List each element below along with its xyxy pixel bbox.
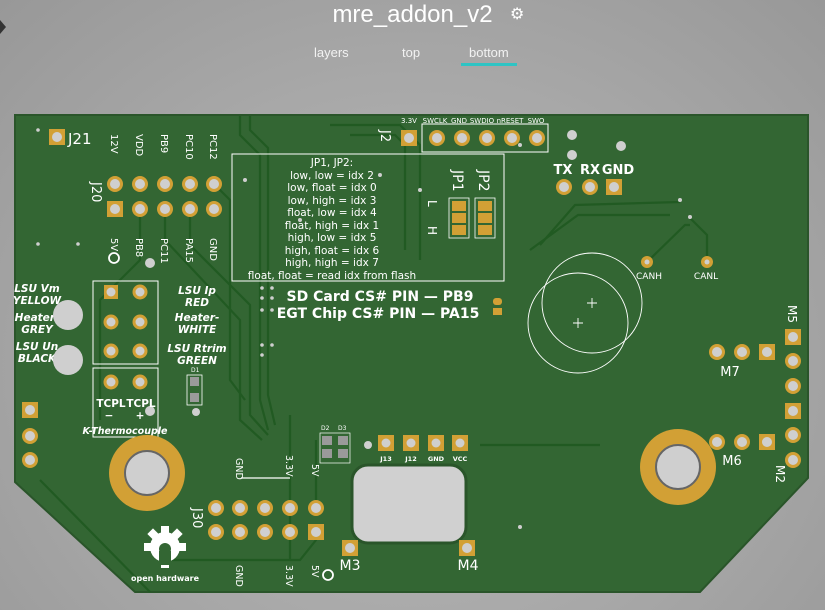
j21-hole xyxy=(52,132,62,142)
swd-label-swo: SWO xyxy=(528,117,545,125)
swd-label-swclk: SWCLK xyxy=(423,117,448,125)
uart-gnd-label: GND xyxy=(602,163,635,178)
j20-label-pa15: PA15 xyxy=(183,238,194,263)
jp-low-label: L xyxy=(425,200,439,207)
j30-bottom-5v-label: 5V xyxy=(309,565,320,578)
heater-plus-label: Heater- xyxy=(175,312,220,324)
lsu-rtrim-color: GREEN xyxy=(177,355,217,367)
m4-label: M4 xyxy=(458,558,479,574)
j30-top-5v-label: 5V xyxy=(309,464,320,477)
heater-minus-label: Heater- xyxy=(15,312,60,324)
j20-label-pc11: PC11 xyxy=(158,238,169,264)
mounting-hole-drill xyxy=(124,450,170,496)
tx-label: TX xyxy=(554,163,573,178)
vcc-label: VCC xyxy=(453,455,468,463)
j30-top-3v3-label: 3.3V xyxy=(283,455,294,477)
jp1-label: JP1 xyxy=(449,169,465,191)
jumper-note-line: float, low = idx 4 xyxy=(287,207,377,219)
j2-label: J2 xyxy=(377,129,392,142)
jumper-note-line: float, float = read idx from flash xyxy=(248,270,416,282)
heater-plus-color: WHITE xyxy=(178,324,217,336)
m6-pads xyxy=(709,434,775,450)
jp1-jumper xyxy=(448,197,470,239)
jumper-note-line: high, float = idx 6 xyxy=(285,245,380,257)
large-smd-pad xyxy=(350,463,468,545)
j21-label: J21 xyxy=(67,130,92,148)
jp2-label: JP2 xyxy=(475,169,491,191)
jumper-note-line: high, high = idx 7 xyxy=(285,257,379,269)
m2-label: M2 xyxy=(773,465,787,483)
d1-pad xyxy=(190,393,199,402)
uart-pads xyxy=(556,179,622,195)
jumper-note-line: low, float = idx 0 xyxy=(287,182,376,194)
j30-label: J30 xyxy=(189,507,204,528)
tcpl-minus-sign: − xyxy=(105,410,114,422)
wire-hole xyxy=(53,300,83,330)
d1-pad xyxy=(190,377,199,386)
j20-label-pb8: PB8 xyxy=(133,238,144,257)
m6-label: M6 xyxy=(722,454,742,469)
m7-pads xyxy=(709,344,775,360)
lsu-un-label: LSU Un xyxy=(16,341,58,353)
swd-label-swdio: SWDIO xyxy=(470,117,495,125)
solder-jumper xyxy=(493,308,502,315)
m7-label: M7 xyxy=(720,365,740,380)
pcb-view[interactable]: J21 J20 12V VDD PB9 PC10 PC12 5V PB8 PC1… xyxy=(0,0,825,610)
swd-label-gnd: GND xyxy=(451,117,467,125)
egt-chip-cs-note: EGT Chip CS# PIN — PA15 xyxy=(277,306,480,322)
j13-label: J13 xyxy=(379,455,391,463)
j30-bottom-gnd-label: GND xyxy=(233,565,244,587)
edge-connector-left xyxy=(22,402,38,468)
lsu-ip-color: RED xyxy=(185,297,209,309)
heater-minus-color: GREY xyxy=(21,324,54,336)
jumper-note-line: JP1, JP2: xyxy=(310,157,353,169)
m5-label: M5 xyxy=(785,305,799,323)
tcpl-minus-label: TCPL xyxy=(96,398,126,410)
j20-label-pb9: PB9 xyxy=(158,134,169,153)
rx-label: RX xyxy=(580,163,600,178)
sd-card-cs-note: SD Card CS# PIN — PB9 xyxy=(287,289,474,305)
small-header-gnd-label: GND xyxy=(428,455,445,463)
j12-label: J12 xyxy=(404,455,416,463)
j30-bottom-3v3-label: 3.3V xyxy=(283,565,294,587)
j30-top-gnd-label: GND xyxy=(233,458,244,480)
canl-label: CANL xyxy=(694,272,718,282)
d1-label: D1 xyxy=(191,367,200,374)
jumper-note-line: low, low = idx 2 xyxy=(290,170,374,182)
tcpl-plus-sign: + xyxy=(136,410,145,422)
jp-high-label: H xyxy=(425,226,439,235)
j20-label-5v: 5V xyxy=(108,238,119,251)
jumper-note-line: high, low = idx 5 xyxy=(288,232,377,244)
swd-label-3v3: 3.3V xyxy=(401,117,417,125)
jumper-note-line: float, high = idx 1 xyxy=(285,220,379,232)
mounting-hole-drill xyxy=(655,444,701,490)
wire-hole xyxy=(53,345,83,375)
m3-label: M3 xyxy=(340,558,361,574)
j20-label-12v: 12V xyxy=(108,134,119,154)
canh-label: CANH xyxy=(636,272,662,282)
lsu-ip-label: LSU Ip xyxy=(178,285,216,297)
open-hardware-label: open hardware xyxy=(131,574,200,583)
k-thermocouple-label: K-Thermocouple xyxy=(83,426,169,437)
lsu-vm-color: YELLOW xyxy=(13,295,62,307)
j20-label-pc12: PC12 xyxy=(207,134,218,160)
lsu-vm-label: LSU Vm xyxy=(14,283,60,295)
jumper-note-line: low, high = idx 3 xyxy=(288,195,377,207)
j20-label-vdd: VDD xyxy=(133,134,144,157)
solder-jumper xyxy=(493,298,502,305)
j20-label: J20 xyxy=(88,181,103,202)
d3-label: D3 xyxy=(338,425,347,432)
jp2-jumper xyxy=(474,197,496,239)
swd-label-nreset: nRESET xyxy=(497,117,525,125)
j20-label-pc10: PC10 xyxy=(183,134,194,160)
d2-label: D2 xyxy=(321,425,330,432)
lsu-un-color: BLACK xyxy=(18,353,57,365)
tcpl-plus-label: TCPL xyxy=(126,398,156,410)
lsu-rtrim-label: LSU Rtrim xyxy=(167,343,226,355)
j20-label-gnd: GND xyxy=(207,238,218,261)
